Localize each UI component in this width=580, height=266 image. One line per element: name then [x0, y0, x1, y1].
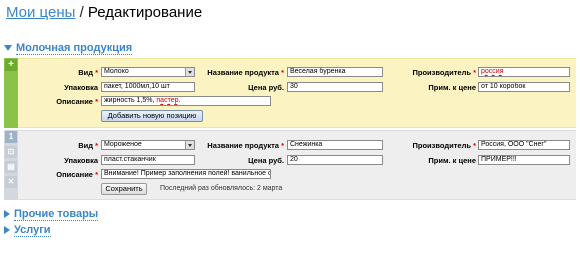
- price-label: Цена руб.: [248, 156, 284, 165]
- section-dairy-label: Молочная продукция: [16, 42, 133, 55]
- product-name-input[interactable]: Веселая буренка: [287, 67, 383, 77]
- chevron-down-icon: [185, 68, 194, 76]
- kind-select[interactable]: Мороженое: [101, 140, 195, 150]
- chevron-down-icon: [185, 141, 194, 149]
- producer-label: Производитель *: [412, 68, 477, 77]
- expand-arrow-icon: [4, 226, 10, 235]
- price-note-input[interactable]: ПРИМЕР!!!: [478, 155, 570, 165]
- product-name-label: Название продукта *: [207, 141, 284, 150]
- item-1-strip: 1 ⊡ ▤ ✕: [4, 130, 18, 200]
- section-services[interactable]: Услуги: [4, 224, 51, 237]
- delete-icon[interactable]: ⊡: [5, 146, 17, 158]
- save-button[interactable]: Сохранить: [101, 183, 147, 195]
- collapse-arrow-icon: [4, 45, 12, 52]
- description-input[interactable]: Внимание! Пример заполнения полей! ванил…: [101, 169, 271, 179]
- section-services-label: Услуги: [14, 224, 51, 237]
- kind-label: Вид *: [78, 68, 98, 77]
- breadcrumb-separator: /: [79, 4, 84, 21]
- kind-select[interactable]: Молоко: [101, 67, 195, 77]
- last-updated-text: Последний раз обновлялось: 2 марта: [160, 185, 283, 192]
- expand-arrow-icon: [4, 210, 10, 219]
- producer-input[interactable]: россия: [478, 67, 570, 77]
- breadcrumb-my-prices-link[interactable]: Мои цены: [6, 4, 75, 21]
- package-input[interactable]: пласт.стаканчик: [101, 155, 195, 165]
- description-label: Описание *: [56, 170, 98, 179]
- price-note-label: Прим. к цене: [428, 156, 476, 165]
- product-name-label: Название продукта *: [207, 68, 284, 77]
- producer-input[interactable]: Россия, ООО "Снег": [478, 140, 570, 150]
- breadcrumb: Мои цены / Редактирование: [6, 4, 202, 21]
- section-other-goods-label: Прочие товары: [14, 208, 99, 221]
- description-label: Описание *: [56, 97, 98, 106]
- price-input[interactable]: 30: [287, 82, 383, 92]
- page-title: Редактирование: [87, 4, 203, 21]
- copy-icon[interactable]: ▤: [5, 161, 17, 173]
- item-number: 1: [5, 131, 17, 143]
- section-dairy[interactable]: Молочная продукция: [4, 42, 133, 55]
- producer-label: Производитель *: [412, 141, 477, 150]
- plus-icon[interactable]: +: [5, 59, 17, 71]
- package-input[interactable]: пакет, 1000мл,10 шт: [101, 82, 195, 92]
- new-item-strip: +: [4, 58, 18, 128]
- product-name-input[interactable]: Снежинка: [287, 140, 383, 150]
- add-new-item-button[interactable]: Добавить новую позицию: [101, 110, 203, 122]
- price-note-input[interactable]: от 10 коробок: [478, 82, 570, 92]
- description-input[interactable]: жирность 1,5%, пастер.: [101, 96, 271, 106]
- price-label: Цена руб.: [248, 83, 284, 92]
- package-label: Упаковка: [64, 156, 98, 165]
- section-other-goods[interactable]: Прочие товары: [4, 208, 99, 221]
- package-label: Упаковка: [64, 83, 98, 92]
- close-icon[interactable]: ✕: [5, 176, 17, 188]
- kind-label: Вид *: [78, 141, 98, 150]
- price-note-label: Прим. к цене: [428, 83, 476, 92]
- price-input[interactable]: 20: [287, 155, 383, 165]
